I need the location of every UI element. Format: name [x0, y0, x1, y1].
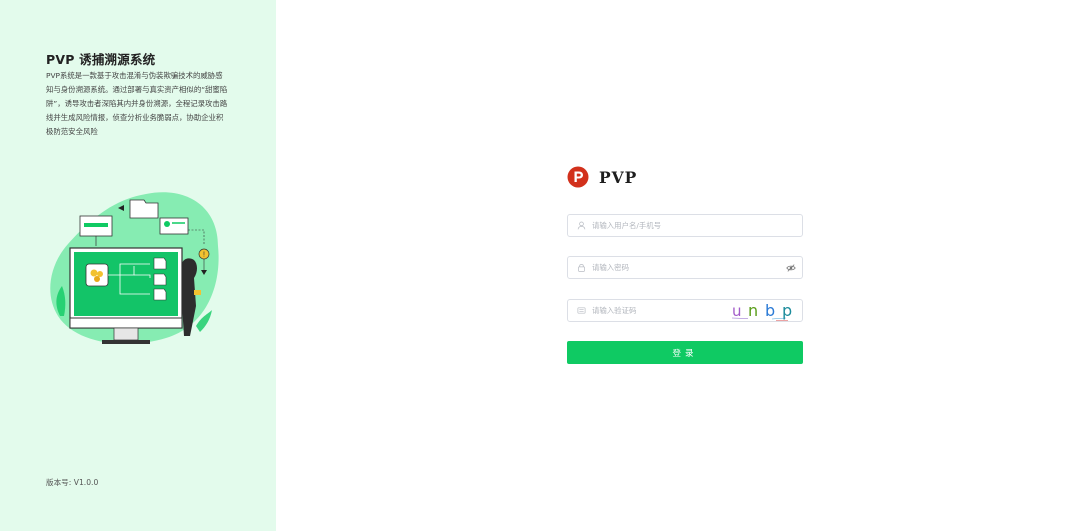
brand-logo: PVP	[567, 165, 803, 189]
captcha-char-3: b	[765, 301, 775, 320]
login-form: PVP 请输入用户名/手机号 请输入验证码 u n b p 登录	[567, 165, 803, 364]
captcha-image[interactable]: u n b p	[726, 301, 796, 321]
captcha-input[interactable]	[592, 306, 742, 315]
captcha-char-2: n	[748, 301, 758, 320]
logo-text: PVP	[599, 167, 638, 187]
captcha-char-1: u	[732, 302, 742, 320]
captcha-field[interactable]: u n b p	[567, 299, 803, 322]
svg-text:!: !	[203, 252, 205, 259]
eye-off-icon[interactable]	[786, 263, 796, 273]
login-button[interactable]: 登录	[567, 341, 803, 364]
version-label: 版本号: V1.0.0	[46, 478, 99, 487]
captcha-icon	[577, 307, 586, 314]
login-page: PVP 诱捕溯源系统 PVP系统是一款基于攻击混淆与伪装欺骗技术的威胁感知与身份…	[0, 0, 1080, 531]
password-input[interactable]	[592, 263, 742, 272]
password-field[interactable]	[567, 256, 803, 279]
captcha-char-4: p	[782, 301, 792, 320]
username-field[interactable]	[567, 214, 803, 237]
security-illustration: !	[50, 192, 219, 344]
pvp-logo-icon	[567, 166, 589, 188]
lock-icon	[578, 264, 585, 272]
user-icon	[577, 221, 586, 230]
username-input[interactable]	[592, 221, 742, 230]
system-description: PVP系统是一款基于攻击混淆与伪装欺骗技术的威胁感知与身份溯源系统。通过部署与真…	[46, 71, 228, 137]
system-title: PVP 诱捕溯源系统	[46, 52, 156, 67]
info-panel: PVP 诱捕溯源系统 PVP系统是一款基于攻击混淆与伪装欺骗技术的威胁感知与身份…	[0, 0, 276, 531]
